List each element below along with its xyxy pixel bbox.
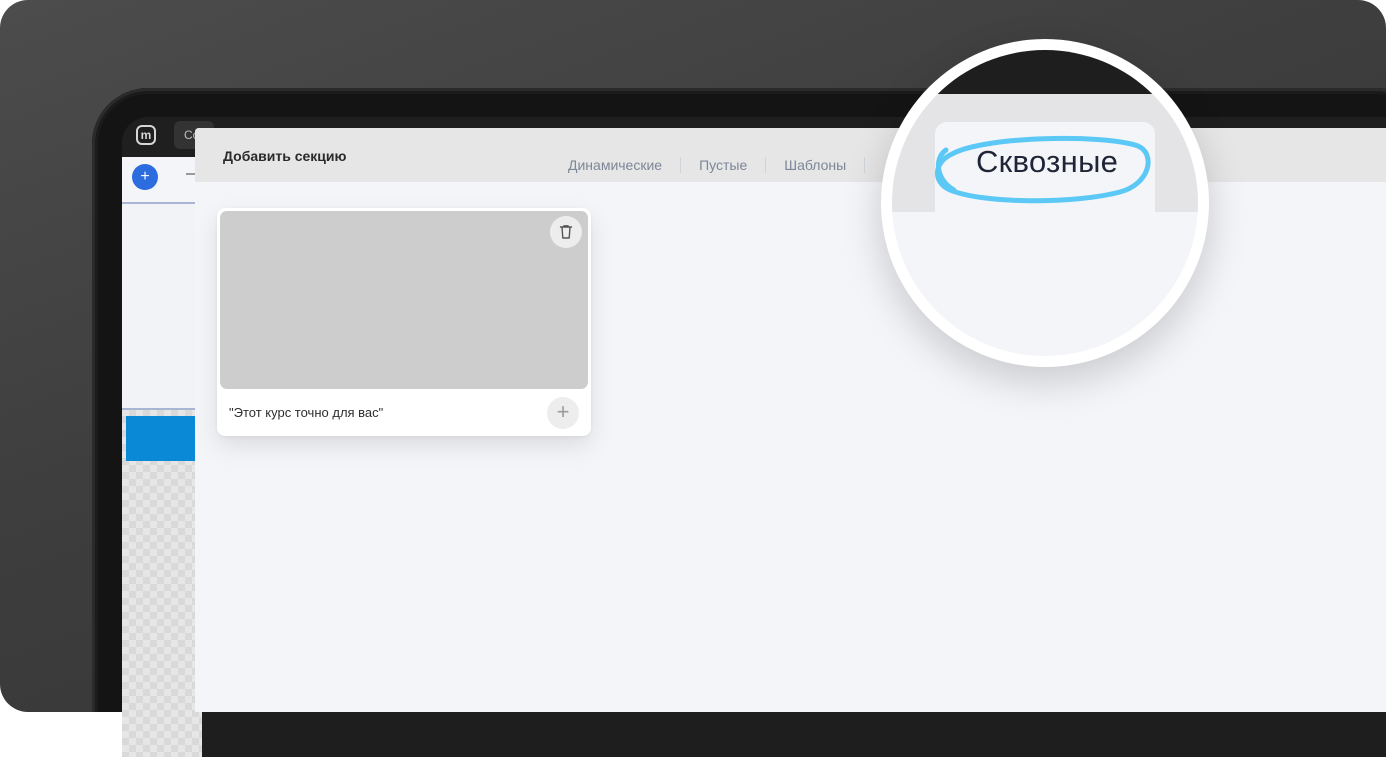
section-preview-image[interactable] [220, 211, 588, 389]
tab-through-label[interactable]: Сквозные [976, 144, 1118, 180]
tab-empty[interactable]: Пустые [681, 156, 765, 174]
editor-blue-section [126, 416, 202, 461]
tab-dynamic[interactable]: Динамические [568, 156, 680, 174]
modal-tabs: Динамические Пустые Шаблоны [568, 156, 866, 174]
trash-icon [559, 225, 573, 239]
section-card-title: "Этот курс точно для вас" [229, 405, 384, 420]
tab-divider [864, 157, 866, 173]
zoom-callout-content: Сквозные [892, 50, 1198, 356]
app-logo[interactable]: m [136, 125, 156, 145]
modal-title: Добавить секцию [223, 148, 347, 164]
plus-icon: + [556, 399, 570, 424]
add-section-button[interactable]: + [547, 397, 579, 429]
add-block-button[interactable]: + [132, 164, 158, 190]
delete-section-button[interactable] [550, 216, 582, 248]
zoom-callout: Сквозные [881, 39, 1209, 367]
editor-section [122, 204, 202, 410]
zoomed-topbar [892, 50, 1198, 94]
section-card[interactable]: "Этот курс точно для вас" + [217, 208, 591, 436]
modal-header: Добавить секцию Динамические Пустые Шабл… [195, 128, 1386, 182]
tab-templates[interactable]: Шаблоны [766, 156, 864, 174]
